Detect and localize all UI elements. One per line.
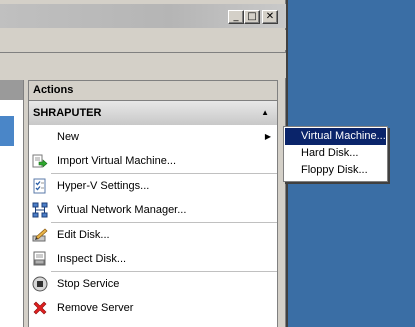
remove-icon (33, 301, 47, 315)
action-label: Edit Disk... (57, 229, 110, 241)
new-submenu: Virtual Machine... Hard Disk... Floppy D… (283, 126, 388, 182)
toolbar (0, 52, 286, 78)
import-vm-icon (32, 154, 48, 168)
action-label: Virtual Network Manager... (57, 204, 187, 216)
edit-disk-icon (32, 228, 48, 242)
inspect-disk-icon (33, 251, 46, 266)
submenu-item-virtual-machine[interactable]: Virtual Machine... (285, 128, 386, 145)
action-edit-disk[interactable]: Edit Disk... (29, 223, 277, 247)
stop-icon (32, 276, 48, 292)
action-import-virtual-machine[interactable]: Import Virtual Machine... (29, 149, 277, 173)
action-label: Hyper-V Settings... (57, 180, 150, 192)
action-virtual-network-manager[interactable]: Virtual Network Manager... (29, 198, 277, 222)
menu-bar (0, 30, 286, 50)
actions-header: Actions (29, 81, 277, 101)
collapse-up-triangle-icon[interactable]: ▲ (261, 101, 269, 125)
maximize-button[interactable]: □ (244, 10, 260, 24)
action-stop-service[interactable]: Stop Service (29, 272, 277, 296)
action-inspect-disk[interactable]: Inspect Disk... (29, 247, 277, 271)
action-hyperv-settings[interactable]: Hyper-V Settings... (29, 174, 277, 198)
submenu-arrow-icon: ▶ (264, 132, 271, 141)
action-label: Stop Service (57, 278, 120, 290)
action-new[interactable]: New ▶ (29, 125, 277, 149)
action-label: New (57, 131, 80, 143)
server-section-header[interactable]: SHRAPUTER ▲ (29, 101, 277, 125)
actions-pane: Actions SHRAPUTER ▲ New ▶ Import Virtual… (28, 80, 278, 327)
network-icon (32, 202, 48, 218)
action-remove-server[interactable]: Remove Server (29, 296, 277, 320)
action-label: Inspect Disk... (57, 253, 127, 265)
hyperv-manager-window: _ □ ✕ Actions SHRAPUTER ▲ New ▶ Import V… (0, 0, 288, 327)
minimize-button[interactable]: _ (228, 10, 244, 24)
title-bar: _ □ ✕ (0, 4, 286, 28)
settings-icon (33, 178, 46, 194)
close-button[interactable]: ✕ (262, 10, 278, 24)
server-section-title: SHRAPUTER (33, 107, 102, 119)
action-label: Import Virtual Machine... (57, 155, 177, 167)
submenu-item-hard-disk[interactable]: Hard Disk... (285, 145, 386, 162)
tree-selected-node[interactable] (0, 116, 14, 146)
tree-pane-header (0, 80, 23, 100)
action-label: Remove Server (57, 302, 134, 314)
submenu-item-floppy-disk[interactable]: Floppy Disk... (285, 162, 386, 179)
tree-pane[interactable] (0, 80, 24, 327)
